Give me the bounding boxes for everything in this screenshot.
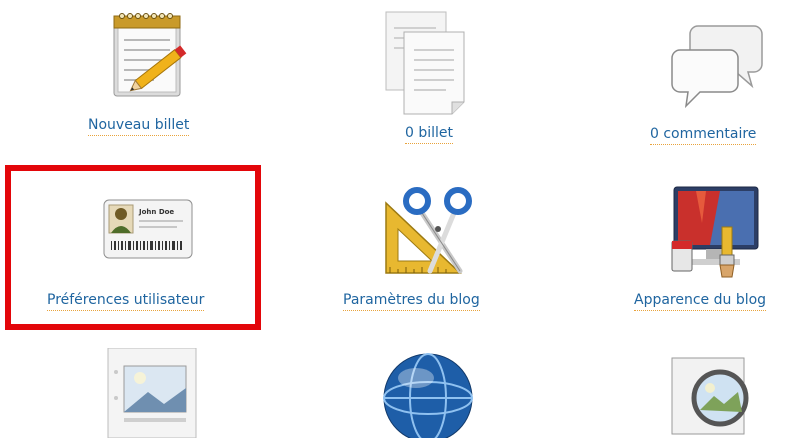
scissors-set-square-icon <box>382 183 486 283</box>
tile-label-user-preferences[interactable]: Préférences utilisateur <box>47 292 205 311</box>
tile-blog-settings[interactable]: Paramètres du blog <box>330 175 560 325</box>
user-id-card-icon: John Doe <box>103 199 193 259</box>
tile-comments-count[interactable]: 0 commentaire <box>630 0 804 150</box>
speech-bubbles-icon <box>668 20 768 110</box>
magnifier-picture-icon <box>666 348 766 438</box>
tile-network[interactable] <box>330 340 560 438</box>
tile-blog-appearance[interactable]: Apparence du blog <box>630 175 804 325</box>
paint-monitor-icon <box>666 183 766 283</box>
tile-label-posts-count[interactable]: 0 billet <box>405 125 454 144</box>
tile-label-blog-settings[interactable]: Paramètres du blog <box>343 292 480 311</box>
tile-search[interactable] <box>630 340 804 435</box>
tile-media[interactable] <box>60 340 260 438</box>
tile-user-preferences[interactable]: John Doe Préférences utilisateur <box>30 175 260 325</box>
tile-label-new-post[interactable]: Nouveau billet <box>88 117 190 136</box>
tile-label-comments-count[interactable]: 0 commentaire <box>650 126 757 145</box>
documents-icon <box>380 10 472 120</box>
tile-label-blog-appearance[interactable]: Apparence du blog <box>634 292 767 311</box>
tile-posts-count[interactable]: 0 billet <box>330 0 530 150</box>
globe-icon <box>378 348 478 438</box>
notepad-pencil-icon <box>104 8 196 100</box>
tile-new-post[interactable]: Nouveau billet <box>60 0 260 150</box>
media-document-icon <box>104 348 200 438</box>
id-card-name: John Doe <box>138 208 174 216</box>
